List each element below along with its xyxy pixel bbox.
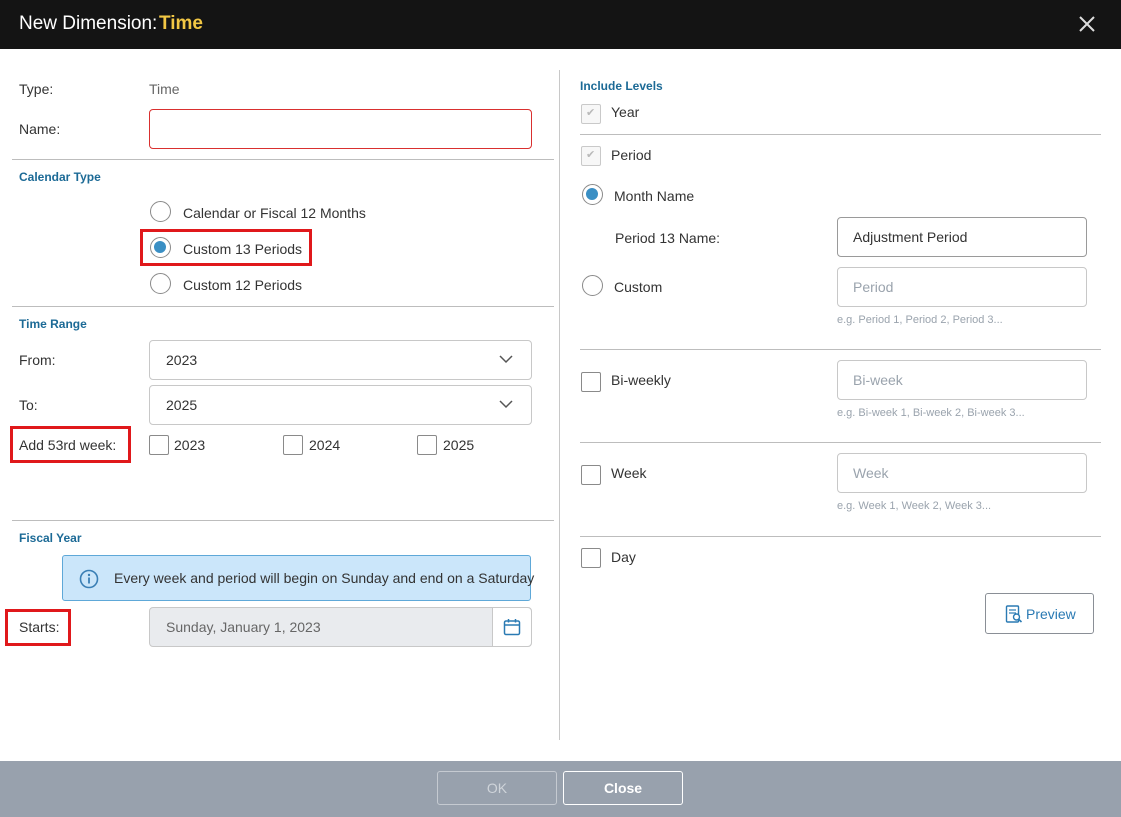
dialog-titlebar: New Dimension: Time <box>0 0 1121 49</box>
ok-button[interactable]: OK <box>437 771 557 805</box>
week53-label-2023: 2023 <box>174 437 206 453</box>
biweekly-label: Bi-weekly <box>611 372 671 388</box>
radio-calendar-12-months[interactable] <box>150 201 171 222</box>
week53-checkbox-2025[interactable] <box>417 435 437 455</box>
radio-calendar-12-months-label: Calendar or Fiscal 12 Months <box>183 205 366 221</box>
to-year-select[interactable]: 2025 <box>149 385 532 425</box>
week53-label-2025: 2025 <box>443 437 475 453</box>
week-checkbox[interactable] <box>581 465 601 485</box>
period-13-name-input[interactable]: Adjustment Period <box>837 217 1087 257</box>
info-banner: Every week and period will begin on Sund… <box>62 555 535 601</box>
week-hint: e.g. Week 1, Week 2, Week 3... <box>837 500 992 512</box>
type-label: Type: <box>19 81 54 97</box>
preview-button[interactable]: Preview <box>985 593 1094 634</box>
add-53rd-week-label: Add 53rd week: <box>19 437 117 453</box>
period-13-name-label: Period 13 Name: <box>615 230 721 246</box>
biweekly-hint: e.g. Bi-week 1, Bi-week 2, Bi-week 3... <box>837 407 1025 419</box>
calendar-icon <box>503 619 521 636</box>
radio-month-name[interactable] <box>582 184 603 205</box>
custom-period-input[interactable]: Period <box>837 267 1087 307</box>
week-label: Week <box>611 465 647 481</box>
divider <box>580 536 1101 537</box>
divider <box>12 520 554 521</box>
column-divider <box>559 70 560 740</box>
period-label: Period <box>611 147 652 163</box>
biweekly-checkbox[interactable] <box>581 372 601 392</box>
period-checkbox[interactable] <box>581 146 601 166</box>
dialog-footer: OK Close <box>0 761 1121 817</box>
from-year-select[interactable]: 2023 <box>149 340 532 380</box>
chevron-down-icon <box>499 355 513 364</box>
day-label: Day <box>611 549 636 565</box>
preview-button-label: Preview <box>1026 606 1076 622</box>
day-checkbox[interactable] <box>581 548 601 568</box>
dialog-title-name: Time <box>159 13 204 34</box>
divider <box>580 442 1101 443</box>
close-button[interactable]: Close <box>563 771 683 805</box>
fiscal-year-section-title: Fiscal Year <box>19 531 82 545</box>
divider <box>580 134 1101 135</box>
info-icon <box>79 569 99 589</box>
starts-date-value: Sunday, January 1, 2023 <box>166 619 321 635</box>
dialog-title-prefix: New Dimension: <box>19 13 158 34</box>
radio-custom-13-periods-label: Custom 13 Periods <box>183 241 303 257</box>
month-name-label: Month Name <box>614 188 695 204</box>
radio-custom-13-periods[interactable] <box>150 237 171 258</box>
week53-checkbox-2024[interactable] <box>283 435 303 455</box>
year-label: Year <box>611 104 640 120</box>
name-label: Name: <box>19 121 61 137</box>
close-icon[interactable] <box>1076 13 1098 35</box>
starts-date-field[interactable]: Sunday, January 1, 2023 <box>149 607 532 647</box>
from-year-value: 2023 <box>166 352 198 368</box>
divider <box>12 306 554 307</box>
time-range-section-title: Time Range <box>19 317 87 331</box>
to-label: To: <box>19 397 38 413</box>
starts-label: Starts: <box>19 619 60 635</box>
radio-custom[interactable] <box>582 275 603 296</box>
preview-icon <box>1005 605 1023 623</box>
custom-period-hint: e.g. Period 1, Period 2, Period 3... <box>837 314 1003 326</box>
chevron-down-icon <box>499 400 513 409</box>
from-label: From: <box>19 352 56 368</box>
week53-checkbox-2023[interactable] <box>149 435 169 455</box>
divider <box>580 349 1101 350</box>
week-name-input[interactable]: Week <box>837 453 1087 493</box>
radio-custom-12-periods[interactable] <box>150 273 171 294</box>
week53-label-2024: 2024 <box>309 437 341 453</box>
radio-custom-12-periods-label: Custom 12 Periods <box>183 277 303 293</box>
calendar-type-section-title: Calendar Type <box>19 170 101 184</box>
include-levels-section-title: Include Levels <box>580 79 663 93</box>
to-year-value: 2025 <box>166 397 198 413</box>
calendar-picker-button[interactable] <box>492 608 531 646</box>
name-input[interactable] <box>149 109 532 149</box>
divider <box>12 159 554 160</box>
year-checkbox[interactable] <box>581 104 601 124</box>
custom-label: Custom <box>614 279 663 295</box>
biweekly-name-input[interactable]: Bi-week <box>837 360 1087 400</box>
info-banner-text: Every week and period will begin on Sund… <box>114 570 535 586</box>
type-value: Time <box>149 81 180 97</box>
